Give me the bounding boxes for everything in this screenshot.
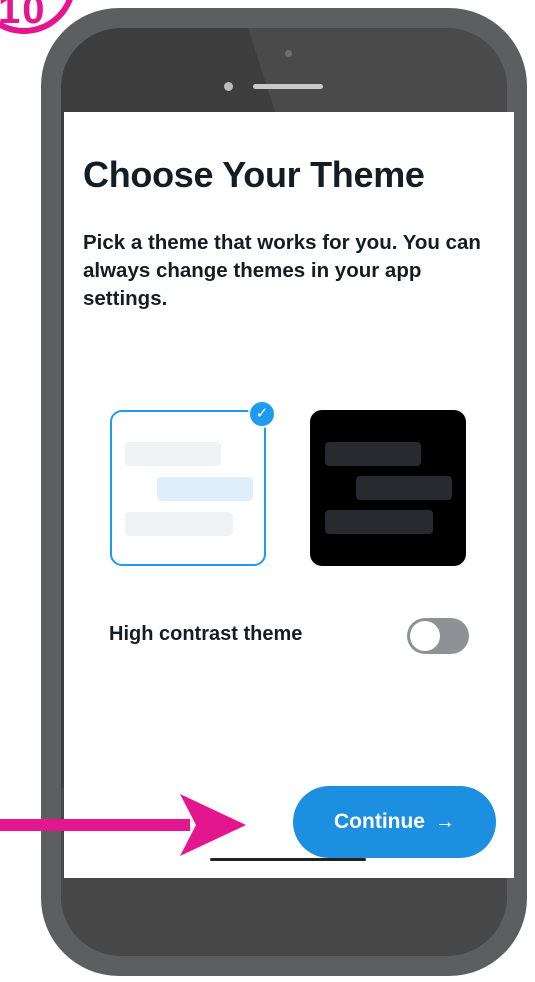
- high-contrast-label: High contrast theme: [109, 623, 303, 645]
- annotation-arrow-shaft: [0, 819, 190, 831]
- preview-bar: [325, 442, 421, 466]
- phone-screen: Choose Your Theme Pick a theme that work…: [64, 112, 514, 878]
- preview-bar: [157, 477, 253, 501]
- toggle-knob: [410, 621, 440, 651]
- check-icon: ✓: [248, 400, 276, 428]
- front-camera: [224, 82, 233, 91]
- continue-label: Continue: [334, 810, 425, 833]
- preview-bar: [125, 442, 221, 466]
- step-number-text: 10: [0, 0, 47, 32]
- proximity-sensor: [285, 50, 292, 57]
- page-subtitle: Pick a theme that works for you. You can…: [83, 231, 481, 310]
- earpiece-speaker: [253, 84, 323, 89]
- preview-bar: [325, 510, 433, 534]
- continue-button[interactable]: Continue →: [293, 786, 496, 858]
- theme-option-dark[interactable]: [310, 410, 466, 566]
- preview-bar: [356, 476, 452, 500]
- preview-bar: [125, 512, 233, 536]
- theme-option-light[interactable]: [110, 410, 266, 566]
- tutorial-stage: 10 Choose Your Theme Pick a theme that w…: [0, 0, 535, 982]
- arrow-right-icon: →: [434, 810, 455, 833]
- page-title: Choose Your Theme: [83, 154, 425, 195]
- high-contrast-toggle[interactable]: [407, 618, 469, 654]
- annotation-arrow-icon: [0, 794, 246, 856]
